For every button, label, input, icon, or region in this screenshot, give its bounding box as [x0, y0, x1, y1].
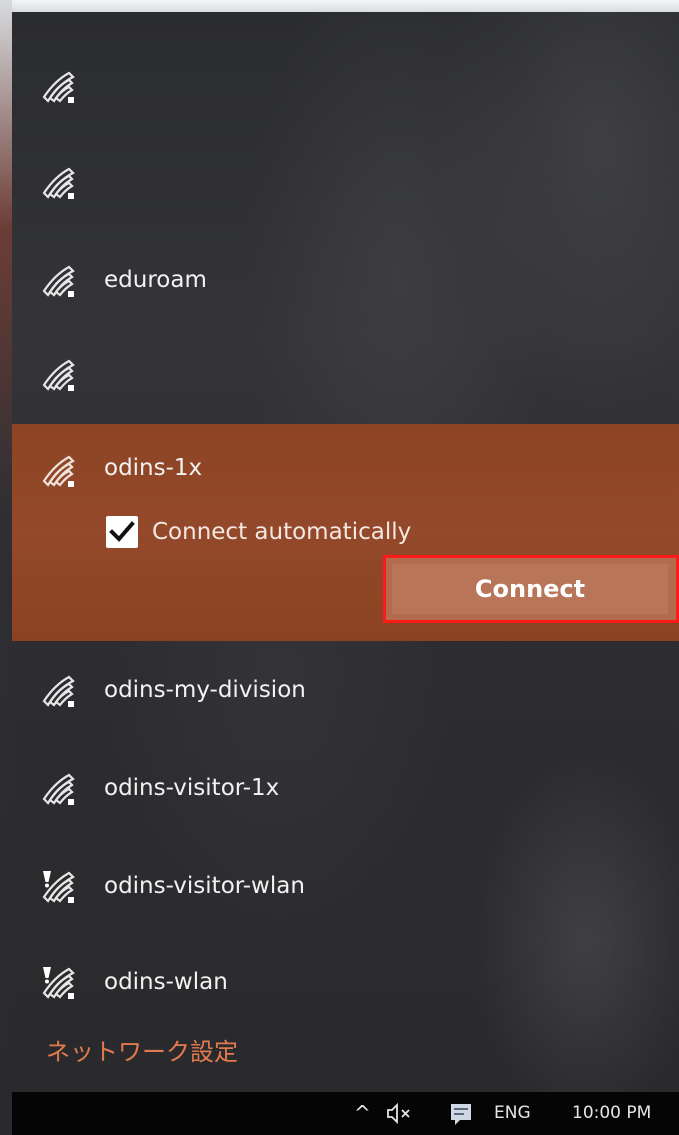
connect-automatically-label: Connect automatically [152, 519, 412, 545]
speaker-muted-icon[interactable] [384, 1092, 414, 1135]
network-item-odins-visitor-1x[interactable]: odins-visitor-1x [12, 742, 679, 838]
wifi-unsecured-icon [42, 966, 76, 1000]
network-name: odins-my-division [104, 677, 306, 703]
network-item[interactable] [12, 136, 679, 232]
wifi-signal-icon [42, 674, 76, 708]
network-item-odins-wlan[interactable]: odins-wlan [12, 936, 679, 1032]
taskbar: ^ ENG 10:00 PM [12, 1092, 679, 1135]
wifi-signal-icon [42, 264, 76, 298]
network-item-eduroam[interactable]: eduroam [12, 234, 679, 330]
wifi-signal-icon [42, 166, 76, 200]
wifi-unsecured-icon [42, 870, 76, 904]
connect-button-highlight[interactable]: Connect [383, 555, 679, 623]
network-name: odins-1x [104, 455, 203, 481]
network-settings-link[interactable]: ネットワーク設定 [46, 1034, 238, 1070]
connect-button[interactable]: Connect [392, 564, 668, 614]
wifi-signal-icon [42, 358, 76, 392]
network-name: odins-visitor-1x [104, 775, 280, 801]
wifi-signal-icon [42, 70, 76, 104]
connect-automatically-option[interactable]: Connect automatically [106, 512, 466, 552]
show-hidden-icons-button[interactable]: ^ [354, 1092, 371, 1135]
network-item[interactable] [12, 40, 679, 136]
network-name: eduroam [104, 267, 207, 293]
wifi-signal-icon [42, 772, 76, 806]
network-item[interactable] [12, 328, 679, 424]
action-center-icon[interactable] [448, 1092, 474, 1135]
taskbar-clock[interactable]: 10:00 PM [572, 1092, 651, 1135]
wifi-network-flyout: eduroam odins-1x Connect automatically o… [12, 12, 679, 1092]
network-name: odins-visitor-wlan [104, 873, 305, 899]
network-item-odins-my-division[interactable]: odins-my-division [12, 644, 679, 740]
connect-automatically-checkbox[interactable] [106, 516, 138, 548]
window-frame-left [0, 0, 12, 1135]
wifi-signal-icon [42, 454, 76, 488]
window-frame-top [0, 0, 679, 12]
checkmark-icon [109, 521, 135, 542]
network-name: odins-wlan [104, 969, 228, 995]
input-language-indicator[interactable]: ENG [494, 1092, 531, 1135]
network-item-odins-visitor-wlan[interactable]: odins-visitor-wlan [12, 840, 679, 936]
